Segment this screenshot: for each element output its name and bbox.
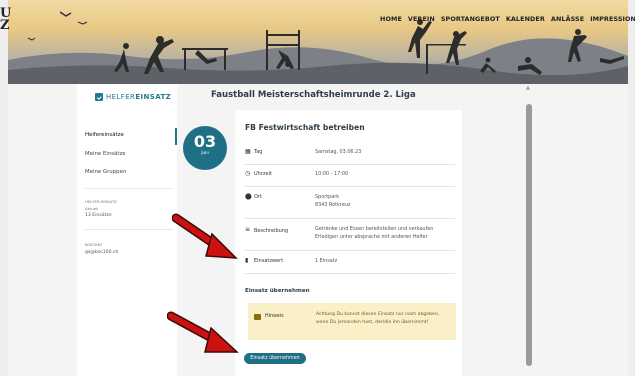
nav-impressionen[interactable]: IMPRESSIONEN — [590, 15, 635, 23]
annotation-arrow-icon — [172, 213, 238, 259]
sidebar-divider — [85, 229, 173, 230]
sidebar-item-meine-gruppen[interactable]: Meine Gruppen — [85, 169, 126, 175]
detail-value: Samstag, 03.06.23 — [315, 149, 362, 155]
brand-light: HELFER — [106, 93, 136, 101]
nav-verein[interactable]: VEREIN — [408, 15, 435, 23]
list-icon: ≡ — [245, 226, 251, 233]
clock-icon: ◷ — [245, 170, 251, 177]
nav-anlaesse[interactable]: ANLÄSSE — [551, 15, 584, 23]
accept-assignment-button[interactable]: Einsatz übernehmen — [244, 353, 306, 364]
detail-row-tag: ▦ Tag Samstag, 03.06.23 — [245, 144, 455, 165]
detail-label: Tag — [254, 149, 263, 155]
notice-box: Hinweis Achtung Du kannst diesen Einsatz… — [248, 303, 456, 340]
flag-icon — [254, 314, 261, 320]
detail-label: Uhrzeit — [254, 171, 272, 177]
corner-logo-text: U Z — [0, 6, 12, 33]
detail-value: Sportpark 8343 Rotkreuz — [315, 194, 351, 208]
detail-value: 10:00 - 17:00 — [315, 171, 349, 177]
card-title: FB Festwirtschaft betreiben — [245, 123, 365, 132]
sidebar: HELFER EINSATZ Helfereinsätze Meine Einsä… — [77, 84, 177, 376]
bar-chart-icon: ▮ — [245, 257, 249, 264]
sidebar-info-value: 13 Einsätze — [85, 213, 112, 218]
sidebar-item-meine-einsaetze[interactable]: Meine Einsätze — [85, 151, 126, 157]
sidebar-info-label: HELFER-EINSATZ — [85, 199, 117, 204]
active-item-indicator — [175, 128, 177, 145]
sidebar-contact-email[interactable]: gs@bsc100.ch — [85, 250, 118, 255]
helfereinsatz-logo[interactable]: HELFER EINSATZ — [95, 93, 171, 101]
corner-logo: U Z — [0, 6, 12, 33]
nav-home[interactable]: HOME — [380, 15, 402, 23]
detail-row-einsatzwert: ▮ Einsatzwert 1 Einsatz — [245, 252, 455, 274]
annotation-arrow-icon — [167, 311, 239, 353]
nav-kalender[interactable]: KALENDER — [506, 15, 545, 23]
nav-sportangebot[interactable]: SPORTANGEBOT — [441, 15, 500, 23]
sidebar-divider — [85, 188, 173, 189]
detail-label: Beschreibung — [254, 228, 289, 234]
date-day: 03 — [193, 132, 217, 151]
header-banner — [8, 0, 628, 84]
brand-bold: EINSATZ — [135, 93, 172, 101]
scrollbar[interactable]: ▲ — [525, 84, 534, 376]
notice-label: Hinweis — [265, 314, 284, 319]
detail-label: Ort — [254, 194, 262, 200]
detail-label: Einsatzwert — [254, 258, 284, 264]
page-title: Faustball Meisterschaftsheimrunde 2. Lig… — [211, 90, 416, 100]
detail-row-uhrzeit: ◷ Uhrzeit 10:00 - 17:00 — [245, 166, 455, 187]
date-month: Juni — [201, 150, 209, 155]
sidebar-contact-label: KONTAKT — [85, 242, 103, 247]
sidebar-info-sublabel: Aktuell — [85, 206, 99, 211]
section-title: Einsatz übernehmen — [245, 288, 310, 294]
scroll-up-icon[interactable]: ▲ — [526, 85, 530, 91]
sports-silhouettes-illustration — [8, 11, 628, 84]
detail-value: 1 Einsatz — [315, 258, 338, 264]
event-card: FB Festwirtschaft betreiben ▦ Tag Samsta… — [235, 110, 462, 376]
detail-row-ort: ⬤ Ort Sportpark 8343 Rotkreuz — [245, 188, 455, 219]
main-navigation: HOME VEREIN SPORTANGEBOT KALENDER ANLÄSS… — [380, 15, 635, 23]
location-icon: ⬤ — [245, 193, 252, 200]
detail-value: Getränke und Essen bereitstellen und ver… — [315, 226, 434, 240]
checkbox-logo-icon — [95, 93, 103, 101]
notice-text: Achtung Du kannst diesen Einsatz nur noc… — [316, 312, 440, 325]
detail-row-beschreibung: ≡ Beschreibung Getränke und Essen bereit… — [245, 220, 455, 251]
scrollbar-thumb[interactable] — [526, 104, 532, 366]
date-badge: 03 Juni — [183, 126, 227, 170]
sidebar-item-helfereinsaetze[interactable]: Helfereinsätze — [85, 132, 124, 138]
calendar-icon: ▦ — [245, 148, 251, 155]
